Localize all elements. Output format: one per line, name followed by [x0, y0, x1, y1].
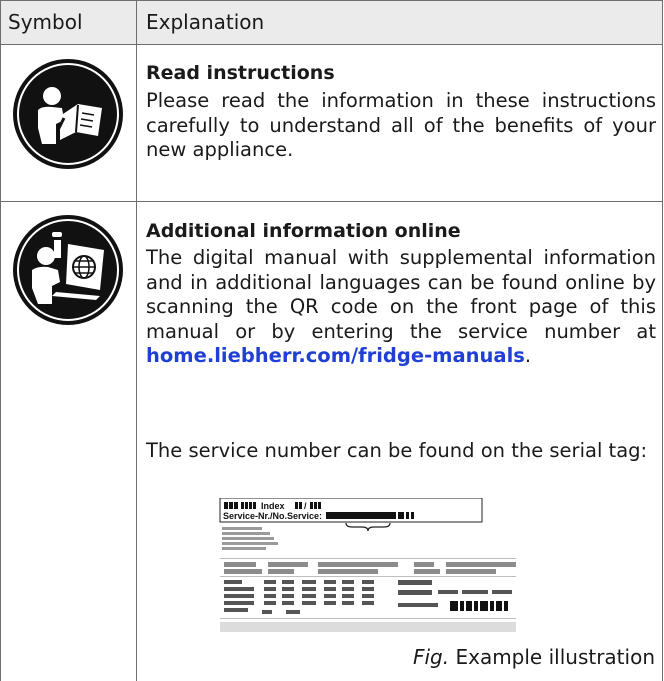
table-border-right — [662, 0, 663, 681]
serial-tag-illustration: Index / Service-Nr./No.Service: — [218, 498, 518, 632]
serial-tag-service-label: Service-Nr./No.Service: — [223, 511, 322, 521]
row-title-read-instructions: Read instructions — [146, 62, 335, 84]
table-border-top — [0, 0, 663, 1]
read-instructions-icon — [13, 59, 123, 169]
header-symbol: Symbol — [8, 10, 83, 34]
row-text-serial-tag: The service number can be found on the s… — [146, 439, 648, 462]
figure-label: Fig. — [412, 645, 450, 669]
table-header — [0, 0, 663, 44]
figure-caption: Fig. Example illustration — [413, 643, 655, 671]
column-divider — [136, 0, 137, 681]
header-explanation: Explanation — [146, 10, 265, 34]
row-text-end: . — [524, 344, 532, 367]
row-text-part: The digital manual with supplemental inf… — [146, 246, 656, 343]
row-divider — [0, 201, 663, 202]
row-title-additional-info: Additional information online — [146, 220, 461, 242]
symbol-table: Symbol Explanation Read instructions Ple… — [0, 0, 663, 681]
header-divider — [0, 44, 663, 45]
row-text-additional-info: The digital manual with supplemental inf… — [146, 246, 656, 430]
manuals-link[interactable]: home.liebherr.com/fridge-manuals — [146, 344, 525, 367]
online-information-icon — [13, 215, 123, 325]
figure-caption-text: Example illustration — [449, 645, 655, 669]
row-text-read-instructions: Please read the information in these ins… — [146, 89, 656, 161]
table-border-left — [0, 0, 1, 681]
serial-tag-index-label: Index — [261, 501, 285, 511]
